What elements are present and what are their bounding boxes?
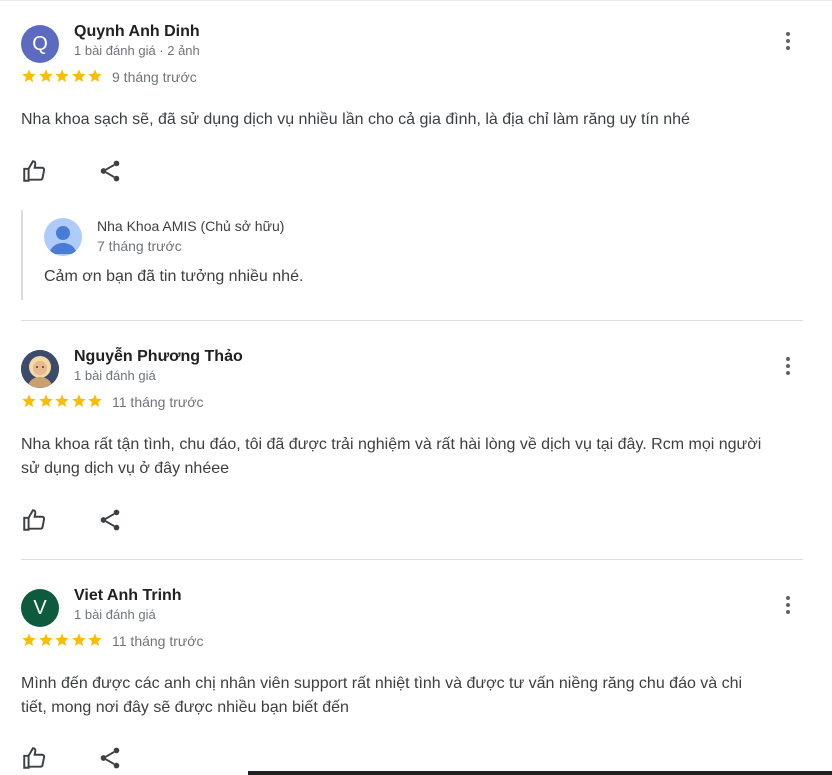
star-icon: [38, 394, 53, 407]
star-icon: [88, 394, 102, 407]
star-icon: [88, 69, 102, 82]
reviewer-meta: 1 bài đánh giá: [74, 368, 156, 383]
reviewer-meta: 1 bài đánh giá · 2 ảnh: [74, 43, 200, 58]
star-icon: [22, 69, 36, 82]
share-icon[interactable]: [97, 745, 123, 771]
owner-avatar: [44, 218, 82, 256]
thumb-up-icon[interactable]: [21, 745, 47, 771]
review-text-line: sử dụng dịch vụ ở đây nhéee: [21, 460, 230, 477]
top-border: [0, 0, 832, 1]
review-time: 11 tháng trước: [112, 394, 204, 410]
avatar[interactable]: [21, 350, 59, 388]
person-icon: [49, 226, 77, 254]
share-icon[interactable]: [97, 158, 123, 184]
owner-reply: Nha Khoa AMIS (Chủ sở hữu) 7 tháng trước…: [21, 210, 423, 300]
star-icon: [71, 394, 86, 407]
star-icon: [38, 69, 53, 82]
more-options-button[interactable]: [776, 29, 800, 53]
review-divider: [21, 320, 803, 321]
star-rating: [21, 632, 104, 648]
star-rating: [21, 68, 104, 84]
avatar-photo: [21, 350, 59, 388]
review-text-line: tiết, mong nơi đây sẽ được nhiều bạn biế…: [21, 699, 349, 716]
star-icon: [55, 633, 69, 646]
review-text: Nha khoa sạch sẽ, đã sử dụng dịch vụ nhi…: [21, 111, 690, 128]
star-icon: [88, 633, 102, 646]
star-icon: [22, 394, 36, 407]
review-time: 11 tháng trước: [112, 633, 204, 649]
reviewer-meta: 1 bài đánh giá: [74, 607, 156, 622]
more-options-button[interactable]: [776, 354, 800, 378]
bottom-bar: [248, 771, 832, 775]
share-icon[interactable]: [97, 507, 123, 533]
thumb-up-icon[interactable]: [21, 158, 47, 184]
review-divider: [21, 559, 803, 560]
avatar[interactable]: V: [21, 589, 59, 627]
review-time: 9 tháng trước: [112, 69, 197, 85]
star-rating: [21, 393, 104, 409]
star-icon: [55, 394, 69, 407]
owner-reply-time: 7 tháng trước: [97, 238, 182, 254]
reviewer-name[interactable]: Nguyễn Phương Thảo: [74, 348, 243, 366]
star-icon: [22, 633, 36, 646]
review-text-line: Mình đến được các anh chị nhân viên supp…: [21, 675, 743, 692]
thumb-up-icon[interactable]: [21, 507, 47, 533]
star-icon: [38, 633, 53, 646]
owner-name: Nha Khoa AMIS (Chủ sở hữu): [97, 218, 285, 234]
star-icon: [71, 633, 86, 646]
review-text-line: Nha khoa rất tận tình, chu đáo, tôi đã đ…: [21, 436, 762, 453]
review-text: Mình đến được các anh chị nhân viên supp…: [21, 672, 811, 720]
reviewer-name[interactable]: Viet Anh Trinh: [74, 587, 182, 605]
reviewer-name[interactable]: Quynh Anh Dinh: [74, 23, 200, 41]
review-text: Nha khoa rất tận tình, chu đáo, tôi đã đ…: [21, 433, 811, 481]
star-icon: [55, 69, 69, 82]
more-options-button[interactable]: [776, 593, 800, 617]
avatar[interactable]: Q: [21, 25, 59, 63]
star-icon: [71, 69, 86, 82]
owner-reply-text: Cảm ơn bạn đã tin tưởng nhiều nhé.: [44, 268, 304, 285]
